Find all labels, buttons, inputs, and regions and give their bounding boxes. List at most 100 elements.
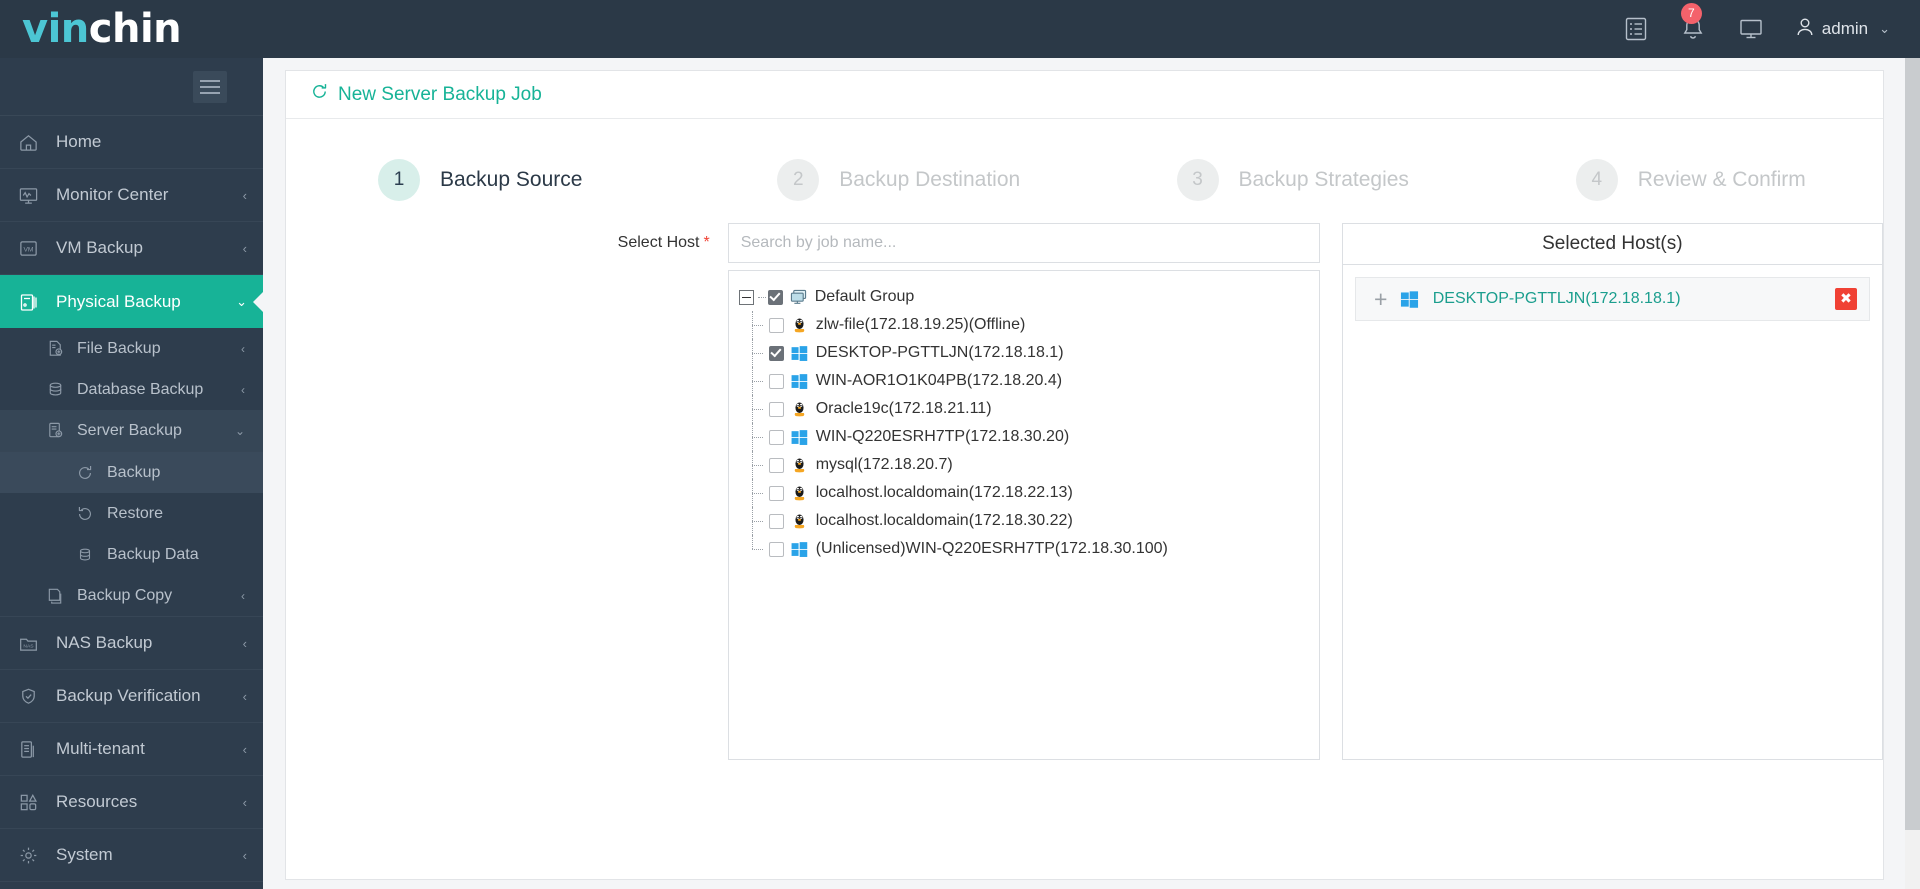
wizard-steps: 1 Backup Source 2 Backup Destination 3 B… — [286, 119, 1883, 223]
tree-host-checkbox[interactable] — [768, 429, 784, 445]
tree-root-node[interactable]: Default Group — [738, 283, 1309, 311]
logo-text-secondary: chin — [88, 6, 182, 52]
tree-root-checkbox[interactable] — [767, 289, 783, 305]
windows-icon — [791, 541, 811, 558]
sidebar-item-vm-backup[interactable]: VM VM Backup ‹ — [0, 222, 263, 275]
windows-icon — [791, 373, 811, 390]
tree-host-label: DESKTOP-PGTTLJN(172.18.18.1) — [815, 344, 1064, 361]
linux-icon — [791, 456, 811, 474]
sidebar-item-label: Backup — [107, 463, 161, 481]
step-backup-destination[interactable]: 2 Backup Destination — [685, 159, 1084, 201]
tree-host-checkbox[interactable] — [768, 541, 784, 557]
tree-host-label: WIN-AOR1O1K04PB(172.18.20.4) — [815, 372, 1063, 389]
collapse-icon[interactable] — [738, 289, 754, 305]
page-header: New Server Backup Job — [286, 71, 1883, 119]
windows-icon — [791, 345, 811, 362]
sidebar-item-backup-data[interactable]: Backup Data — [0, 534, 263, 575]
tree-children-container: zlw-file(172.18.19.25)(Offline) DESKTOP-P… — [739, 311, 1309, 563]
step-backup-source[interactable]: 1 Backup Source — [286, 159, 685, 201]
tree-host-checkbox[interactable] — [768, 485, 784, 501]
tree-host-node[interactable]: Oracle19c(172.18.21.11) — [739, 395, 1309, 423]
host-tree[interactable]: Default Group zlw-file(172.18.19.25)(Off… — [727, 270, 1320, 760]
tree-host-label: localhost.localdomain(172.18.30.22) — [815, 512, 1073, 529]
step-label: Backup Destination — [839, 168, 1021, 191]
tree-host-checkbox[interactable] — [768, 317, 784, 333]
copy-icon — [46, 586, 72, 605]
linux-icon — [791, 484, 811, 502]
tree-host-label: (Unlicensed)WIN-Q220ESRH7TP(172.18.30.10… — [815, 540, 1168, 557]
step-number: 1 — [378, 159, 420, 201]
app-root: vinchin 7 admin ⌄ Home Monitor Center ‹ … — [0, 0, 1920, 889]
sidebar-item-home[interactable]: Home — [0, 116, 263, 169]
tree-host-node[interactable]: (Unlicensed)WIN-Q220ESRH7TP(172.18.30.10… — [739, 535, 1309, 563]
tree-host-node[interactable]: mysql(172.18.20.7) — [739, 451, 1309, 479]
sidebar-item-label: Home — [56, 132, 102, 151]
user-name: admin — [1821, 19, 1869, 38]
chevron-left-icon: ‹ — [242, 187, 247, 203]
sidebar-item-database-backup[interactable]: Database Backup ‹ — [0, 369, 263, 410]
sidebar-item-label: System — [56, 845, 113, 864]
tree-host-label: WIN-Q220ESRH7TP(172.18.30.20) — [815, 428, 1070, 445]
chevron-down-icon: ⌄ — [236, 293, 247, 309]
hamburger-icon[interactable] — [193, 70, 227, 103]
tree-host-checkbox[interactable] — [768, 513, 784, 529]
tree-host-checkbox[interactable] — [768, 373, 784, 389]
svg-text:NAS: NAS — [23, 643, 34, 649]
search-input[interactable] — [727, 223, 1320, 263]
tree-host-node[interactable]: DESKTOP-PGTTLJN(172.18.18.1) — [739, 339, 1309, 367]
sidebar-item-backup[interactable]: Backup — [0, 452, 263, 493]
sidebar-item-monitor-center[interactable]: Monitor Center ‹ — [0, 169, 263, 222]
chevron-down-icon: ⌄ — [1879, 21, 1890, 36]
vm-icon: VM — [18, 238, 50, 259]
sidebar-item-multi-tenant[interactable]: Multi-tenant ‹ — [0, 723, 263, 776]
monitor-icon[interactable] — [1737, 16, 1765, 42]
tree-host-label: localhost.localdomain(172.18.22.13) — [815, 484, 1073, 501]
app-logo[interactable]: vinchin — [22, 6, 182, 52]
user-menu[interactable]: admin ⌄ — [1795, 16, 1890, 43]
tree-host-node[interactable]: WIN-AOR1O1K04PB(172.18.20.4) — [739, 367, 1309, 395]
sidebar-item-backup-copy[interactable]: Backup Copy ‹ — [0, 575, 263, 616]
step-label: Review & Confirm — [1637, 168, 1806, 191]
tree-host-node[interactable]: WIN-Q220ESRH7TP(172.18.30.20) — [739, 423, 1309, 451]
sidebar-item-nas-backup[interactable]: NAS NAS Backup ‹ — [0, 617, 263, 670]
remove-host-button[interactable]: ✖ — [1835, 288, 1857, 310]
linux-icon — [791, 316, 811, 334]
step-backup-strategies[interactable]: 3 Backup Strategies — [1085, 159, 1484, 201]
notifications-bell-icon[interactable]: 7 — [1679, 3, 1707, 43]
server-backup-icon — [46, 421, 72, 440]
scrollbar-thumb[interactable] — [1905, 58, 1920, 830]
sidebar-item-resources[interactable]: Resources ‹ — [0, 776, 263, 829]
tree-connector — [757, 296, 766, 298]
host-browser: Default Group zlw-file(172.18.19.25)(Off… — [727, 223, 1320, 760]
sidebar-item-file-backup[interactable]: File Backup ‹ — [0, 328, 263, 369]
sidebar-toggle-row — [0, 58, 263, 116]
sidebar-item-label: Restore — [107, 504, 164, 522]
selected-host-row[interactable]: + DESKTOP-PGTTLJN(172.18.18.1) ✖ — [1354, 277, 1870, 321]
page-body: 1 Backup Source 2 Backup Destination 3 B… — [286, 119, 1883, 879]
gear-icon — [18, 845, 50, 866]
page-scrollbar[interactable] — [1905, 58, 1920, 889]
tree-host-node[interactable]: zlw-file(172.18.19.25)(Offline) — [739, 311, 1309, 339]
sidebar-item-backup-verification[interactable]: Backup Verification ‹ — [0, 670, 263, 723]
expand-plus-icon[interactable]: + — [1368, 286, 1394, 313]
tree-host-checkbox[interactable] — [768, 457, 784, 473]
sidebar-item-label: Backup Copy — [77, 586, 173, 604]
tree-host-node[interactable]: localhost.localdomain(172.18.22.13) — [739, 479, 1309, 507]
tree-host-checkbox[interactable] — [768, 401, 784, 417]
selected-hosts-body: + DESKTOP-PGTTLJN(172.18.18.1) ✖ — [1343, 265, 1882, 333]
tree-host-node[interactable]: localhost.localdomain(172.18.30.22) — [739, 507, 1309, 535]
sidebar-item-physical-backup[interactable]: Physical Backup ⌄ — [0, 275, 263, 328]
select-host-label: Select Host — [617, 234, 700, 251]
resources-icon — [18, 792, 50, 813]
sidebar-item-server-backup[interactable]: Server Backup ⌄ — [0, 410, 263, 451]
chevron-left-icon: ‹ — [242, 847, 247, 863]
sidebar-item-restore[interactable]: Restore — [0, 493, 263, 534]
tree-host-checkbox[interactable] — [768, 345, 784, 361]
refresh-icon — [76, 464, 102, 482]
logs-icon[interactable] — [1623, 16, 1649, 42]
step-review-confirm[interactable]: 4 Review & Confirm — [1484, 159, 1883, 201]
sidebar-item-system[interactable]: System ‹ — [0, 829, 263, 882]
user-icon — [1795, 16, 1815, 43]
chevron-left-icon: ‹ — [241, 382, 245, 397]
selected-hosts-title: Selected Host(s) — [1342, 224, 1882, 265]
